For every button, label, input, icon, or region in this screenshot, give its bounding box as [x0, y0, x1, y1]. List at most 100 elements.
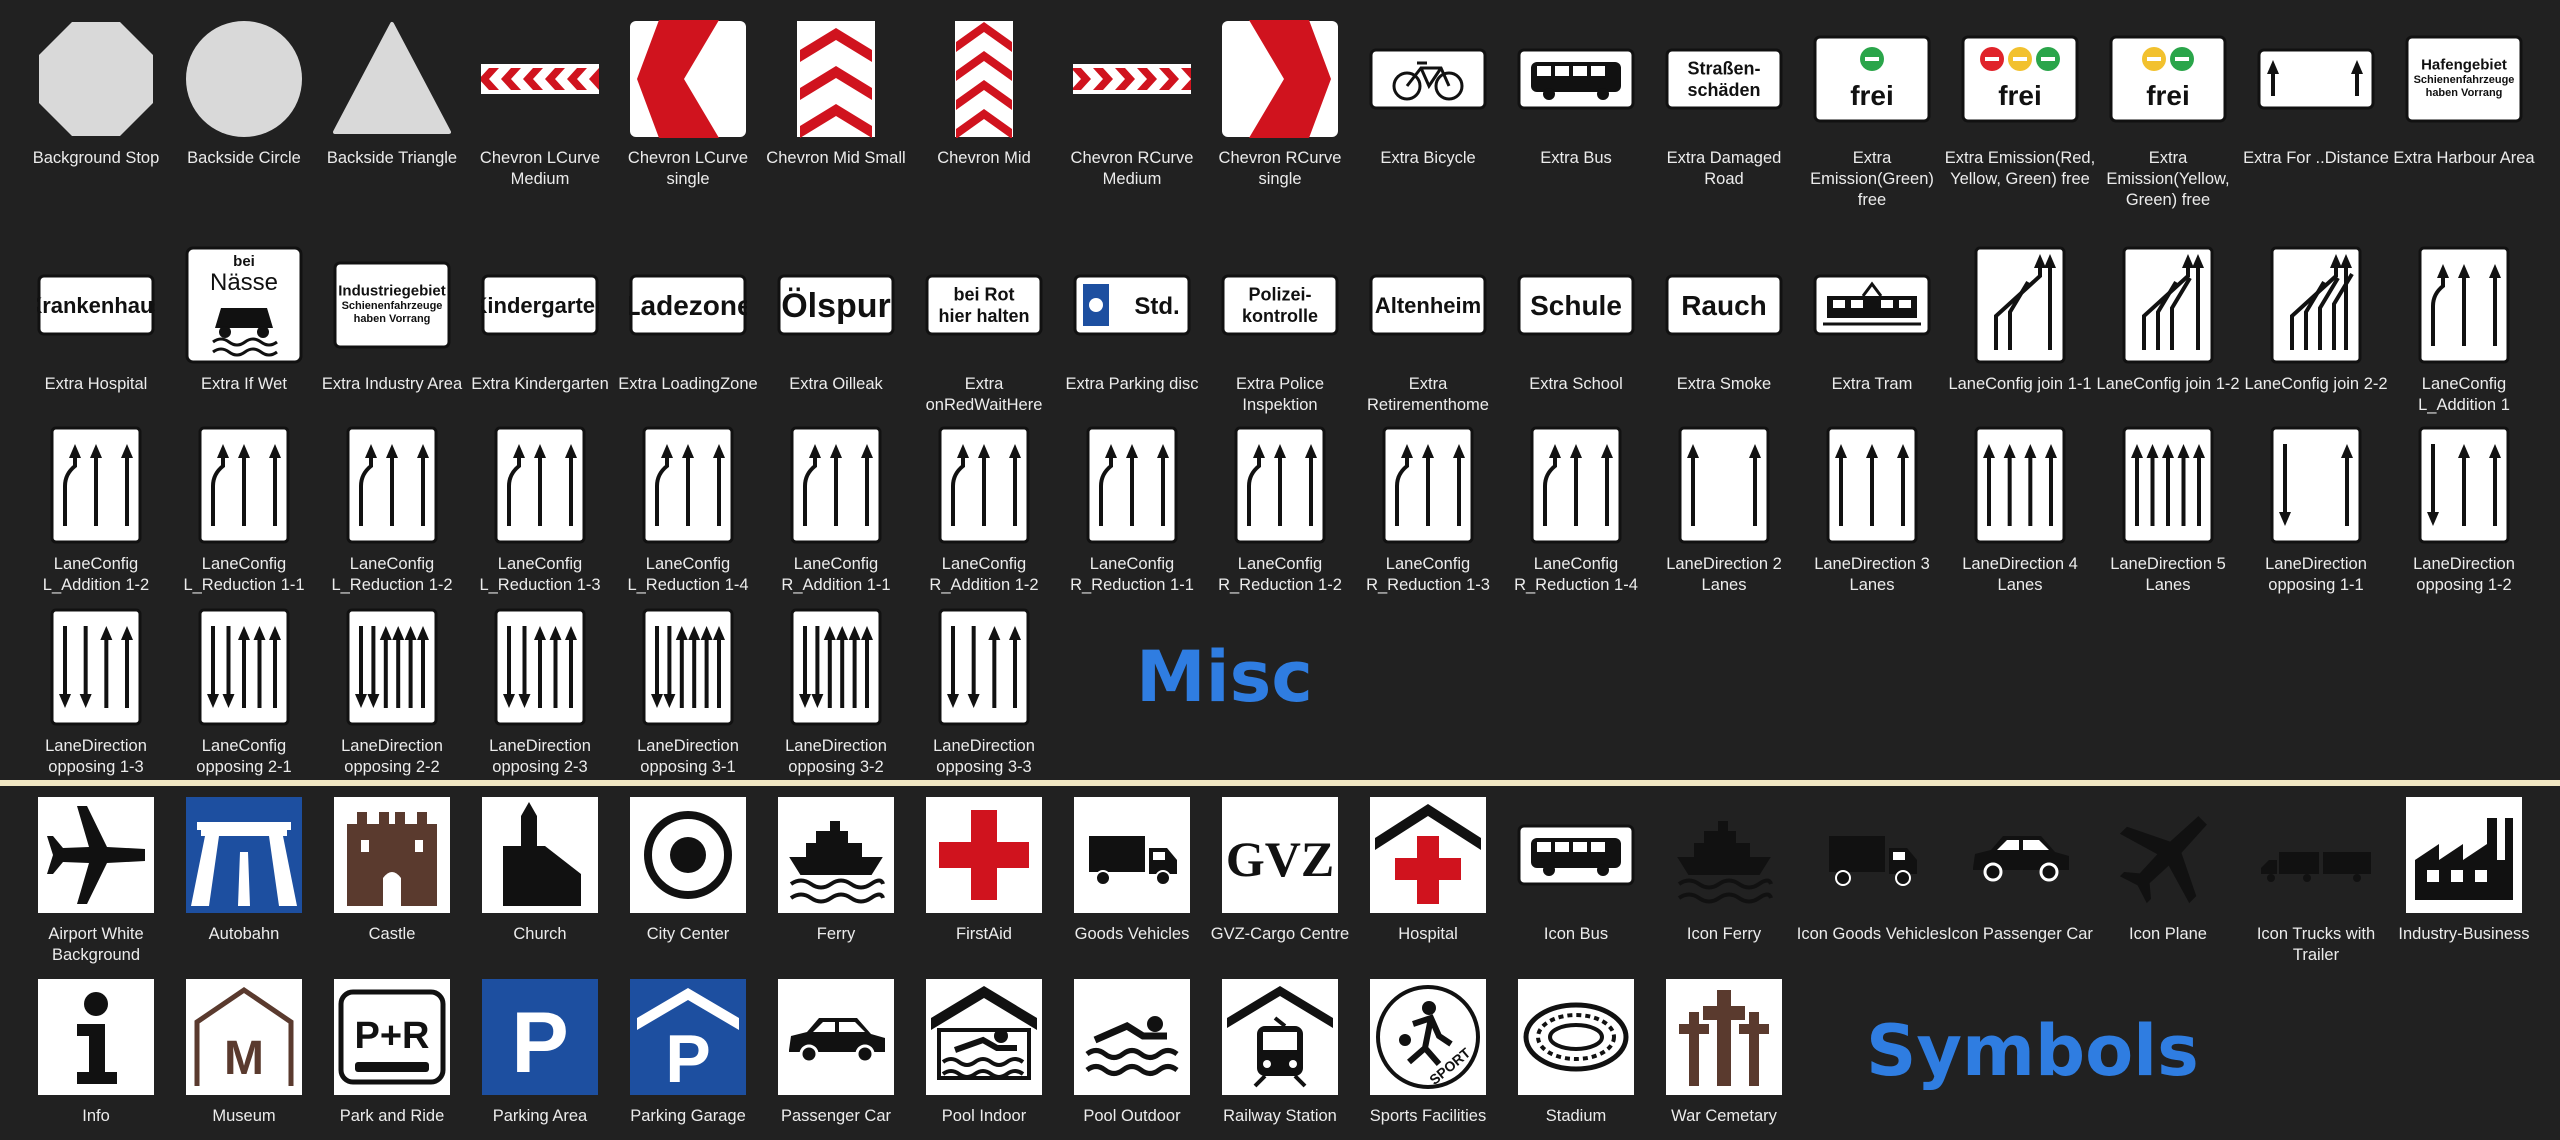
- sign-tile[interactable]: M Museum: [170, 976, 318, 1127]
- sign-tile[interactable]: Church: [466, 794, 614, 945]
- sign-tile[interactable]: Ferry: [762, 794, 910, 945]
- first-aid-icon: [925, 794, 1043, 916]
- sign-tile[interactable]: FirstAid: [910, 794, 1058, 945]
- sign-tile[interactable]: LaneConfig L_Addition 1-2: [22, 424, 170, 596]
- sign-tile[interactable]: Info: [22, 976, 170, 1127]
- sign-tile[interactable]: LaneConfig R_Addition 1-1: [762, 424, 910, 596]
- sign-tile[interactable]: Extra Tram: [1798, 244, 1946, 395]
- sign-label: LaneConfig L_Reduction 1-2: [331, 555, 453, 594]
- sign-tile[interactable]: Chevron LCurve single: [614, 18, 762, 190]
- sign-tile[interactable]: Background Stop: [22, 18, 170, 169]
- sign-tile[interactable]: P+R Park and Ride: [318, 976, 466, 1127]
- sign-tile[interactable]: Icon Ferry: [1650, 794, 1798, 945]
- sign-tile[interactable]: Hospital: [1354, 794, 1502, 945]
- sign-tile[interactable]: Straßen-schäden Extra Damaged Road: [1650, 18, 1798, 190]
- sign-tile[interactable]: Industriegebiet Schienenfahrzeuge haben Vo…: [318, 244, 466, 395]
- sign-tile[interactable]: Passenger Car: [762, 976, 910, 1127]
- sign-tile[interactable]: Railway Station: [1206, 976, 1354, 1127]
- sign-tile[interactable]: Hafengebiet Schienenfahrzeuge haben Vorran…: [2390, 18, 2538, 169]
- sign-tile[interactable]: Std. Extra Parking disc: [1058, 244, 1206, 395]
- sign-tile[interactable]: Rauch Extra Smoke: [1650, 244, 1798, 395]
- sign-tile[interactable]: Polizei-kontrolle Extra Police Inspektion: [1206, 244, 1354, 416]
- sign-tile[interactable]: Chevron RCurve Medium: [1058, 18, 1206, 190]
- sign-tile[interactable]: bei Nässe Extra If Wet: [170, 244, 318, 395]
- sign-tile[interactable]: Airport White Background: [22, 794, 170, 966]
- distance-arrows-icon: [2257, 18, 2375, 140]
- chevron-left-medium-icon: [481, 18, 599, 140]
- sign-tile[interactable]: Pool Outdoor: [1058, 976, 1206, 1127]
- sign-tile[interactable]: LaneDirection opposing 1-1: [2242, 424, 2390, 596]
- sign-tile[interactable]: Castle: [318, 794, 466, 945]
- sign-tile[interactable]: Icon Trucks with Trailer: [2242, 794, 2390, 966]
- sign-tile[interactable]: frei Extra Emission(Yellow, Green) free: [2094, 18, 2242, 211]
- sign-tile[interactable]: Goods Vehicles: [1058, 794, 1206, 945]
- sign-tile[interactable]: Extra Bicycle: [1354, 18, 1502, 169]
- sign-tile[interactable]: War Cemetary: [1650, 976, 1798, 1127]
- sign-tile[interactable]: Backside Triangle: [318, 18, 466, 169]
- sign-tile[interactable]: LaneConfig R_Reduction 1-4: [1502, 424, 1650, 596]
- sign-tile[interactable]: Kindergarten Extra Kindergarten: [466, 244, 614, 395]
- sign-tile[interactable]: Extra Bus: [1502, 18, 1650, 169]
- sign-tile[interactable]: LaneConfig opposing 2-1: [170, 606, 318, 778]
- sign-tile[interactable]: Chevron RCurve single: [1206, 18, 1354, 190]
- sign-tile[interactable]: Krankenhaus Extra Hospital: [22, 244, 170, 395]
- sign-tile[interactable]: P Parking Area: [466, 976, 614, 1127]
- sign-tile[interactable]: LaneConfig join 1-2: [2094, 244, 2242, 395]
- sign-tile[interactable]: Icon Passenger Car: [1946, 794, 2094, 945]
- sign-tile[interactable]: Icon Goods Vehicles: [1797, 794, 1947, 945]
- sign-tile[interactable]: LaneConfig L_Reduction 1-2: [318, 424, 466, 596]
- sign-tile[interactable]: LaneDirection opposing 2-2: [318, 606, 466, 778]
- truck-trailer-icon: [2257, 794, 2375, 916]
- sign-tile[interactable]: Autobahn: [170, 794, 318, 945]
- sign-tile[interactable]: Altenheim Extra Retirementhome: [1354, 244, 1502, 416]
- sign-tile[interactable]: Stadium: [1502, 976, 1650, 1127]
- sign-tile[interactable]: LaneDirection opposing 2-3: [466, 606, 614, 778]
- sign-label: Extra Emission(Yellow, Green) free: [2106, 149, 2230, 209]
- sign-tile[interactable]: Icon Bus: [1502, 794, 1650, 945]
- sign-tile[interactable]: LaneDirection 5 Lanes: [2094, 424, 2242, 596]
- sign-tile[interactable]: LaneConfig R_Reduction 1-3: [1354, 424, 1502, 596]
- sign-tile[interactable]: frei Extra Emission(Green) free: [1798, 18, 1946, 211]
- sign-tile[interactable]: bei Rot hier halten Extra onRedWaitHere: [910, 244, 1058, 416]
- sign-tile[interactable]: Chevron Mid Small: [762, 18, 910, 169]
- sign-tile[interactable]: Ölspur Extra Oilleak: [762, 244, 910, 395]
- sign-tile[interactable]: LaneConfig join 1-1: [1946, 244, 2094, 395]
- sign-tile[interactable]: LaneDirection opposing 3-1: [614, 606, 762, 778]
- sign-tile[interactable]: LaneConfig join 2-2: [2242, 244, 2390, 395]
- sign-label: LaneConfig R_Reduction 1-4: [1514, 555, 1638, 594]
- sign-tile[interactable]: Chevron LCurve Medium: [466, 18, 614, 190]
- sign-tile[interactable]: LaneDirection opposing 1-3: [22, 606, 170, 778]
- sign-tile[interactable]: Industry-Business: [2390, 794, 2538, 945]
- sign-tile[interactable]: Extra For ..Distance: [2242, 18, 2390, 169]
- sign-tile[interactable]: Pool Indoor: [910, 976, 1058, 1127]
- sign-tile[interactable]: LaneDirection 2 Lanes: [1650, 424, 1798, 596]
- sign-label: Icon Ferry: [1686, 925, 1762, 943]
- sign-tile[interactable]: LaneDirection opposing 1-2: [2390, 424, 2538, 596]
- sign-label: Parking Garage: [630, 1107, 746, 1125]
- sign-tile[interactable]: LaneDirection 3 Lanes: [1798, 424, 1946, 596]
- sign-tile[interactable]: LaneConfig R_Reduction 1-2: [1206, 424, 1354, 596]
- lane-opposing-icon: [790, 606, 882, 728]
- sign-tile[interactable]: Chevron Mid: [910, 18, 1058, 169]
- sign-tile[interactable]: LaneConfig L_Reduction 1-1: [170, 424, 318, 596]
- sign-tile[interactable]: SPORT Sports Facilities: [1354, 976, 1502, 1127]
- sign-tile[interactable]: LaneConfig L_Reduction 1-3: [466, 424, 614, 596]
- sign-tile[interactable]: frei Extra Emission(Red, Yellow, Green) f…: [1945, 18, 2095, 190]
- sign-tile[interactable]: Schule Extra School: [1502, 244, 1650, 395]
- sign-label: Railway Station: [1223, 1107, 1337, 1125]
- sign-tile[interactable]: LaneDirection opposing 3-2: [762, 606, 910, 778]
- sign-tile[interactable]: LaneConfig L_Addition 1: [2390, 244, 2538, 416]
- sign-tile[interactable]: P Parking Garage: [614, 976, 762, 1127]
- sign-tile[interactable]: City Center: [614, 794, 762, 945]
- sign-tile[interactable]: LaneConfig R_Addition 1-2: [910, 424, 1058, 596]
- sign-tile[interactable]: GVZ GVZ-Cargo Centre: [1206, 794, 1354, 945]
- school-plate-icon: Schule: [1517, 244, 1635, 366]
- sign-tile[interactable]: LaneConfig L_Reduction 1-4: [614, 424, 762, 596]
- hospital-icon: [1369, 794, 1487, 916]
- sign-tile[interactable]: Backside Circle: [170, 18, 318, 169]
- sign-tile[interactable]: LaneDirection 4 Lanes: [1946, 424, 2094, 596]
- sign-tile[interactable]: LaneDirection opposing 3-3: [910, 606, 1058, 778]
- sign-tile[interactable]: Icon Plane: [2094, 794, 2242, 945]
- sign-tile[interactable]: LaneConfig R_Reduction 1-1: [1058, 424, 1206, 596]
- sign-tile[interactable]: Ladezone Extra LoadingZone: [614, 244, 762, 395]
